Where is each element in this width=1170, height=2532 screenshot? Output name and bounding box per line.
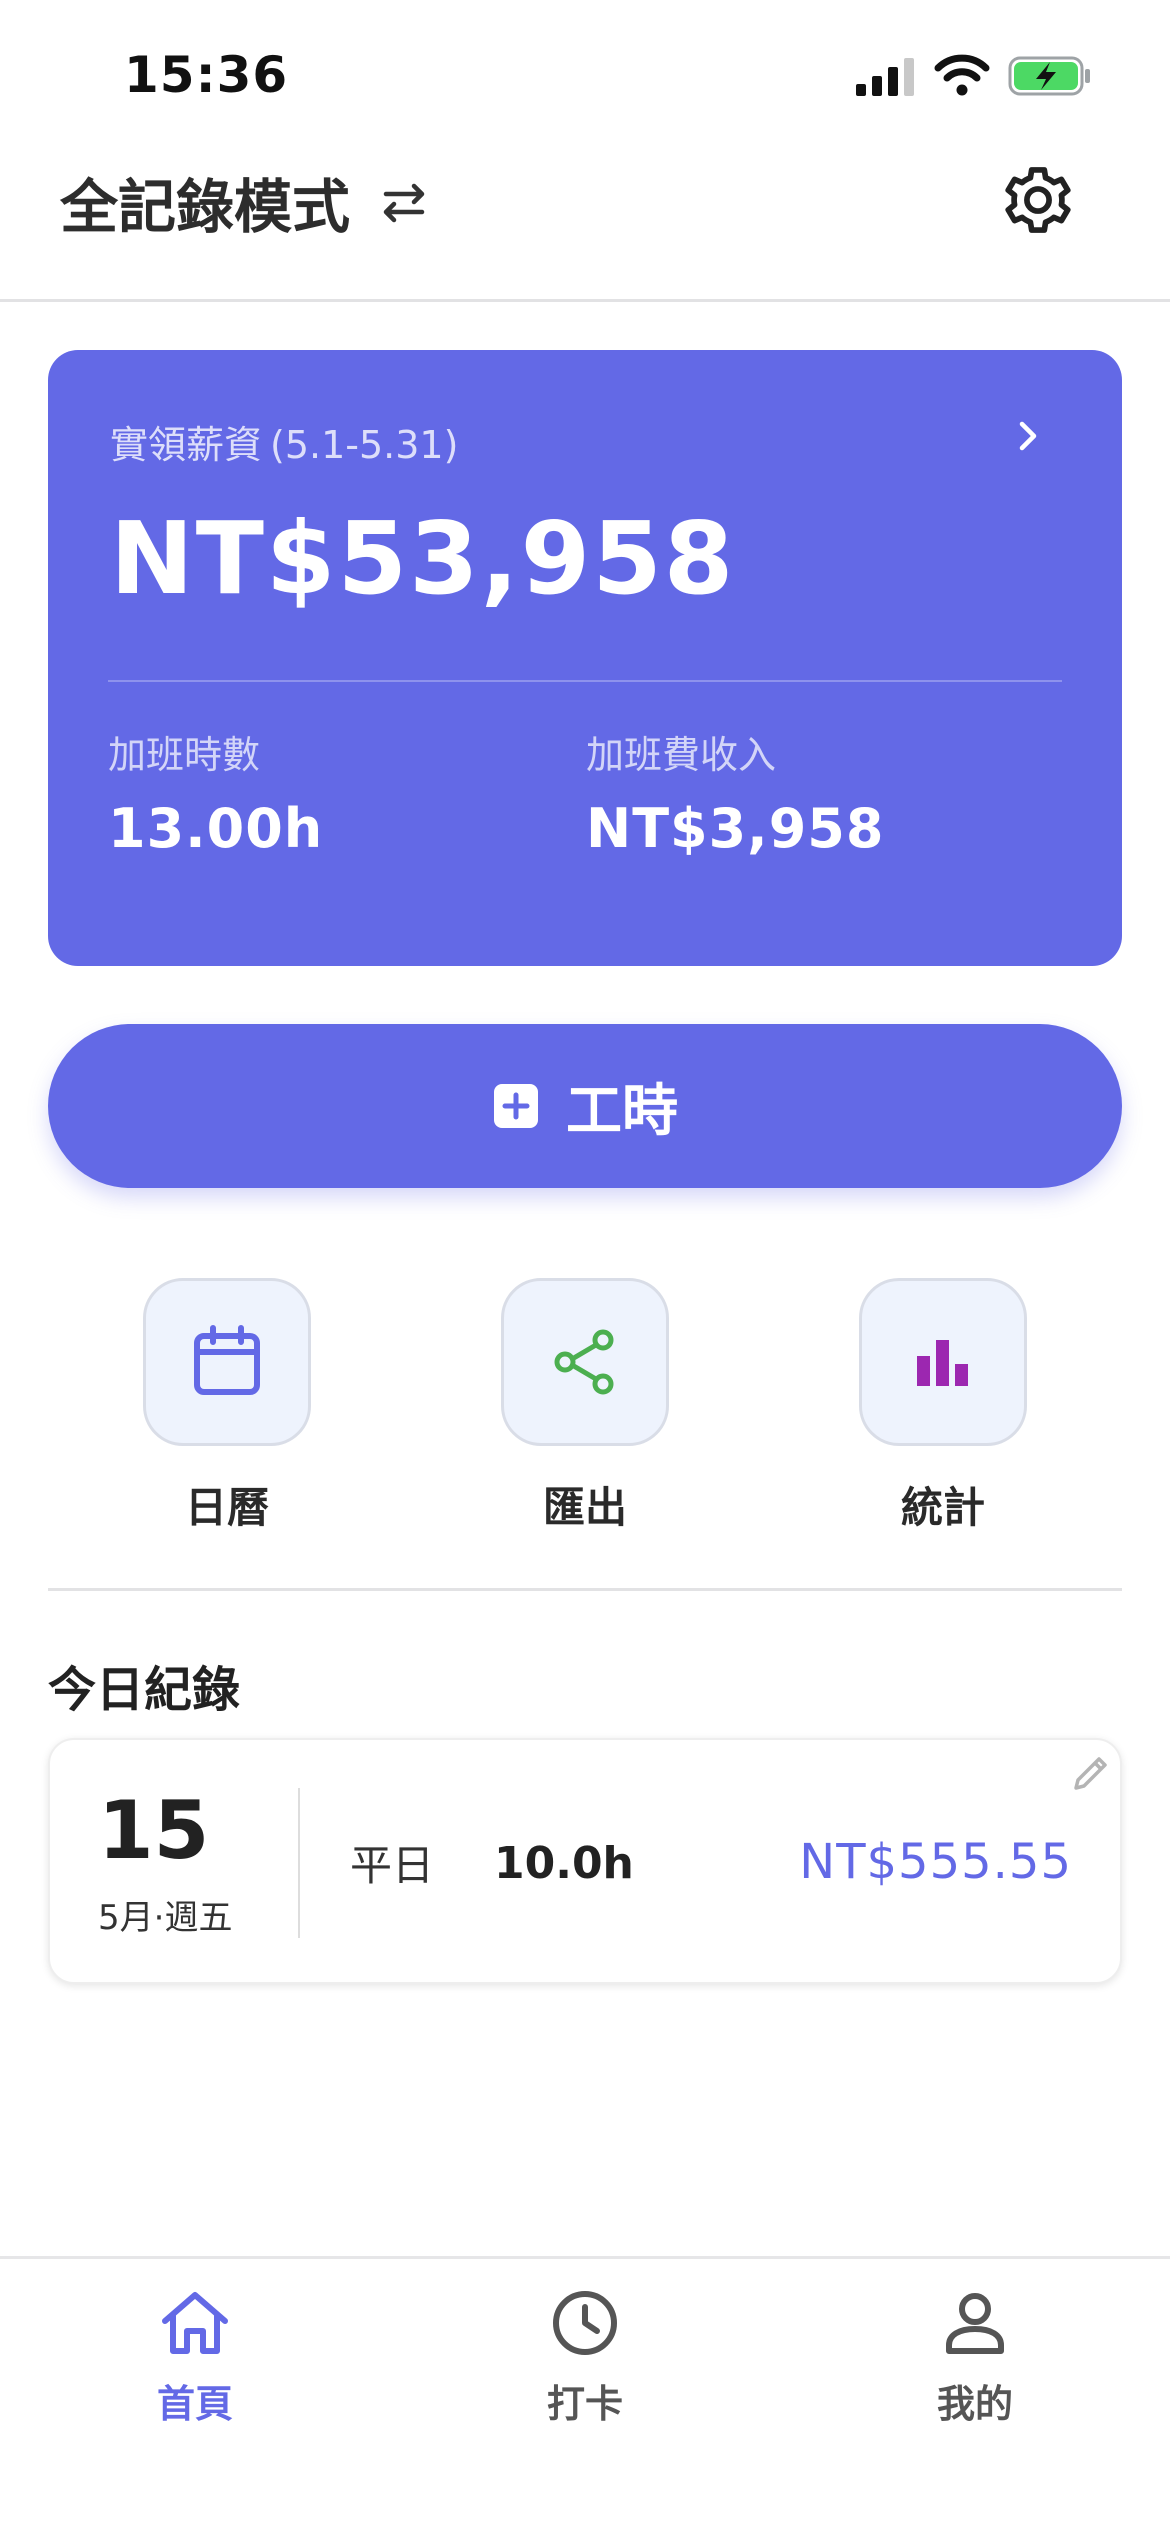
- record-separator: [298, 1788, 300, 1938]
- calendar-tile[interactable]: [143, 1278, 311, 1446]
- section-divider: [48, 1588, 1122, 1591]
- calendar-icon: [194, 1325, 260, 1395]
- record-hours: 10.0h: [494, 1838, 634, 1889]
- statistics-action[interactable]: 統計: [859, 1278, 1027, 1535]
- clock-icon: [553, 2291, 617, 2355]
- overtime-hours-value: 13.00h: [108, 797, 324, 860]
- export-tile[interactable]: [501, 1278, 669, 1446]
- bar-chart-icon: [917, 1340, 968, 1386]
- calendar-action[interactable]: 日曆: [143, 1278, 311, 1535]
- overtime-pay-value: NT$3,958: [586, 797, 885, 860]
- mode-title: 全記錄模式: [60, 173, 351, 241]
- user-icon: [946, 2293, 1004, 2354]
- record-day-type: 平日: [350, 1841, 435, 1890]
- record-amount: NT$555.55: [799, 1834, 1072, 1890]
- calendar-label: 日曆: [184, 1483, 269, 1532]
- today-records-title: 今日紀錄: [48, 1662, 241, 1718]
- overtime-hours-stat: 加班時數 13.00h: [108, 724, 323, 860]
- record-date: 5月·週五: [98, 1898, 233, 1938]
- home-screen: 15:36 全記錄模式 實領薪資 (5.1-5.31) NT$53,958 加班…: [0, 0, 1170, 2532]
- swap-mode-icon[interactable]: [378, 176, 430, 228]
- plus-box-icon: [494, 1084, 538, 1128]
- overtime-pay-label: 加班費收入: [586, 733, 777, 777]
- overtime-hours-label: 加班時數: [108, 733, 261, 777]
- app-header: 全記錄模式: [0, 140, 1170, 302]
- net-salary-amount: NT$53,958: [110, 500, 736, 617]
- net-salary-label: 實領薪資 (5.1-5.31): [110, 414, 458, 469]
- record-day: 15: [98, 1784, 210, 1877]
- add-work-hours-button[interactable]: 工時: [48, 1024, 1122, 1188]
- net-salary-label-text: 實領薪資: [110, 423, 263, 467]
- salary-period: (5.1-5.31): [270, 423, 459, 467]
- add-work-hours-label: 工時: [566, 1078, 678, 1144]
- nav-label-profile: 我的: [936, 2382, 1013, 2426]
- status-bar: 15:36: [0, 0, 1170, 140]
- pencil-icon[interactable]: [1068, 1750, 1114, 1796]
- export-action[interactable]: 匯出: [501, 1278, 669, 1535]
- battery-charging-icon: [1008, 56, 1090, 96]
- salary-summary-card[interactable]: 實領薪資 (5.1-5.31) NT$53,958 加班時數 13.00h 加班費…: [48, 350, 1122, 966]
- export-label: 匯出: [542, 1483, 627, 1532]
- statistics-label: 統計: [900, 1483, 985, 1532]
- nav-item-profile[interactable]: 我的: [885, 2285, 1065, 2428]
- nav-item-home[interactable]: 首頁: [105, 2285, 285, 2428]
- cellular-signal-icon: [856, 58, 914, 96]
- wifi-icon: [934, 54, 990, 96]
- gear-icon[interactable]: [1000, 162, 1076, 238]
- today-record-card[interactable]: 15 5月·週五 平日 10.0h NT$555.55: [48, 1738, 1122, 1984]
- nav-item-clock-in[interactable]: 打卡: [495, 2285, 675, 2428]
- card-divider: [108, 680, 1062, 682]
- status-time: 15:36: [124, 46, 289, 104]
- overtime-pay-stat: 加班費收入 NT$3,958: [586, 724, 884, 860]
- chevron-right-icon[interactable]: [1008, 416, 1048, 456]
- statistics-tile[interactable]: [859, 1278, 1027, 1446]
- share-icon: [554, 1329, 614, 1395]
- nav-label-home: 首頁: [156, 2382, 233, 2426]
- bottom-navigation: 首頁 打卡 我的: [0, 2256, 1170, 2532]
- nav-label-clock-in: 打卡: [546, 2382, 623, 2426]
- home-icon: [162, 2292, 228, 2354]
